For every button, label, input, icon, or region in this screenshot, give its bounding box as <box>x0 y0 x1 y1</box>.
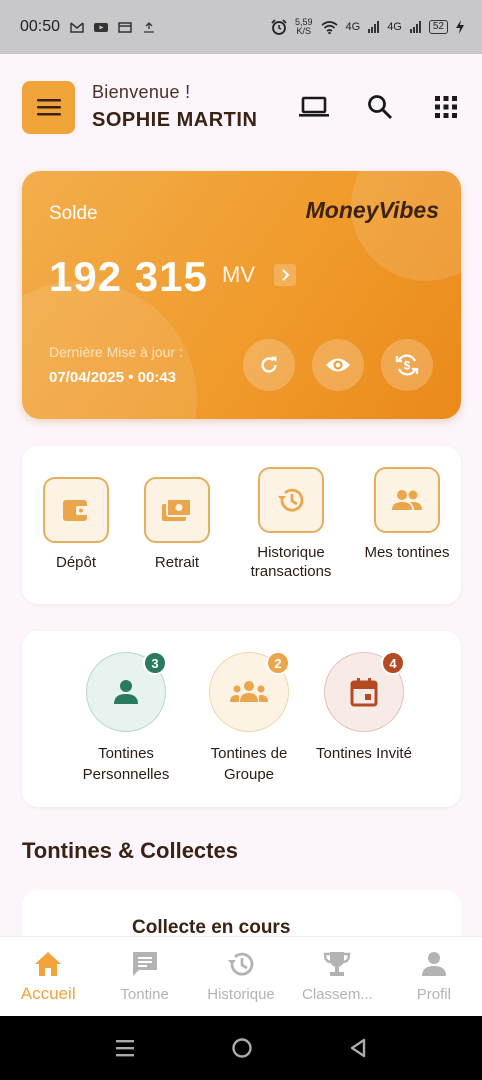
bottom-navigation: Accueil Tontine Historique Classem... Pr… <box>0 936 482 1016</box>
balance-unit: MV <box>222 262 255 287</box>
nav-accueil[interactable]: Accueil <box>0 937 96 1016</box>
apps-grid-icon <box>435 96 457 118</box>
menu-button[interactable] <box>22 80 75 134</box>
gmail-icon <box>70 21 84 33</box>
system-navigation-bar <box>0 1016 482 1080</box>
nav-accueil-label: Accueil <box>20 984 76 1003</box>
upload-icon <box>144 21 155 33</box>
balance-label: Solde <box>49 203 98 224</box>
personal-tontines[interactable]: 3 Tontines Personnelles <box>66 651 186 785</box>
nav-profil[interactable]: Profil <box>386 937 482 1016</box>
group-icon <box>230 681 268 702</box>
eye-icon <box>326 358 350 372</box>
last-update-label: Dernière Mise à jour : <box>49 344 183 360</box>
brand-name: MoneyVibes <box>305 197 439 223</box>
battery-level: 52 <box>428 20 448 34</box>
balance-amount: 192 315 <box>49 253 208 300</box>
trophy-icon <box>324 952 351 976</box>
status-bar: 00:50 5,59 K/S 4G 4G 52 <box>0 0 482 54</box>
nav-historique-label: Historique <box>207 986 275 1003</box>
event-calendar-icon <box>350 678 378 707</box>
group-tontines[interactable]: 2 Tontines de Groupe <box>189 651 309 785</box>
nav-tontine[interactable]: Tontine <box>96 937 192 1016</box>
nav-classement[interactable]: Classem... <box>289 937 385 1016</box>
wallet-icon <box>63 500 89 521</box>
balance-details-button[interactable] <box>274 264 296 286</box>
balance-card: Solde MoneyVibes 192 315 MV Dernière Mis… <box>22 171 461 419</box>
history-action[interactable]: Historique transactions <box>234 467 348 581</box>
currency-exchange-icon: $ <box>395 354 419 376</box>
personal-count-badge: 3 <box>143 651 167 675</box>
home-icon <box>35 952 62 976</box>
visibility-button[interactable] <box>312 339 364 391</box>
wifi-icon <box>321 20 337 34</box>
guest-count-badge: 4 <box>381 651 405 675</box>
deposit-label: Dépôt <box>55 554 97 571</box>
hamburger-icon <box>36 99 61 116</box>
personal-tontines-label: Tontines Personnelles <box>82 745 170 783</box>
section-title: Tontines & Collectes <box>22 838 238 863</box>
quick-actions-card: Dépôt Retrait Historique transactions Me… <box>22 446 461 604</box>
guest-tontines[interactable]: 4 Tontines Invité <box>304 651 424 764</box>
laptop-icon <box>299 96 329 117</box>
history-icon <box>278 488 304 512</box>
person-icon <box>421 952 446 976</box>
refresh-button[interactable] <box>243 339 295 391</box>
refresh-icon <box>261 356 277 373</box>
deposit-action[interactable]: Dépôt <box>42 477 110 572</box>
recent-apps-icon[interactable] <box>115 1039 135 1057</box>
laptop-button[interactable] <box>298 92 330 122</box>
cash-icon <box>162 498 192 521</box>
youtube-icon <box>94 22 109 32</box>
search-icon <box>368 95 393 120</box>
alarm-icon <box>271 19 287 35</box>
people-icon <box>392 490 422 510</box>
charging-icon <box>456 20 464 34</box>
status-time: 00:50 <box>20 18 61 35</box>
tontine-types-card: 3 Tontines Personnelles 2 Tontines de Gr… <box>22 631 461 807</box>
search-button[interactable] <box>364 92 396 122</box>
user-name: SOPHIE MARTIN <box>92 109 258 131</box>
chevron-right-icon <box>282 269 290 281</box>
nav-historique[interactable]: Historique <box>193 937 289 1016</box>
message-icon <box>132 952 157 976</box>
currency-exchange-button[interactable]: $ <box>381 339 433 391</box>
person-icon <box>114 680 138 704</box>
nav-tontine-label: Tontine <box>120 986 169 1003</box>
network-type-1: 4G <box>345 21 361 33</box>
my-tontines-action[interactable]: Mes tontines <box>362 467 452 562</box>
history-label: Historique transactions <box>250 544 332 580</box>
home-circle-icon[interactable] <box>231 1037 253 1059</box>
history-icon <box>228 952 254 976</box>
last-update-value: 07/04/2025 • 00:43 <box>49 369 177 386</box>
nav-classement-label: Classem... <box>301 986 373 1003</box>
app-header: Bienvenue ! SOPHIE MARTIN <box>22 80 462 134</box>
withdraw-action[interactable]: Retrait <box>143 477 211 572</box>
nav-profil-label: Profil <box>416 986 451 1003</box>
signal-icon <box>368 21 380 33</box>
greeting-text: Bienvenue ! <box>92 82 191 102</box>
guest-tontines-label: Tontines Invité <box>316 745 412 762</box>
network-type-2: 4G <box>387 21 402 33</box>
group-tontines-label: Tontines de Groupe <box>210 745 288 783</box>
apps-button[interactable] <box>430 92 462 122</box>
my-tontines-label: Mes tontines <box>364 544 450 561</box>
svg-text:$: $ <box>404 359 411 373</box>
signal-icon-2 <box>409 21 421 33</box>
group-count-badge: 2 <box>266 651 290 675</box>
calendar-icon <box>118 21 132 33</box>
network-speed: 5,59 K/S <box>294 17 313 36</box>
back-icon[interactable] <box>349 1038 367 1058</box>
withdraw-label: Retrait <box>154 554 200 571</box>
